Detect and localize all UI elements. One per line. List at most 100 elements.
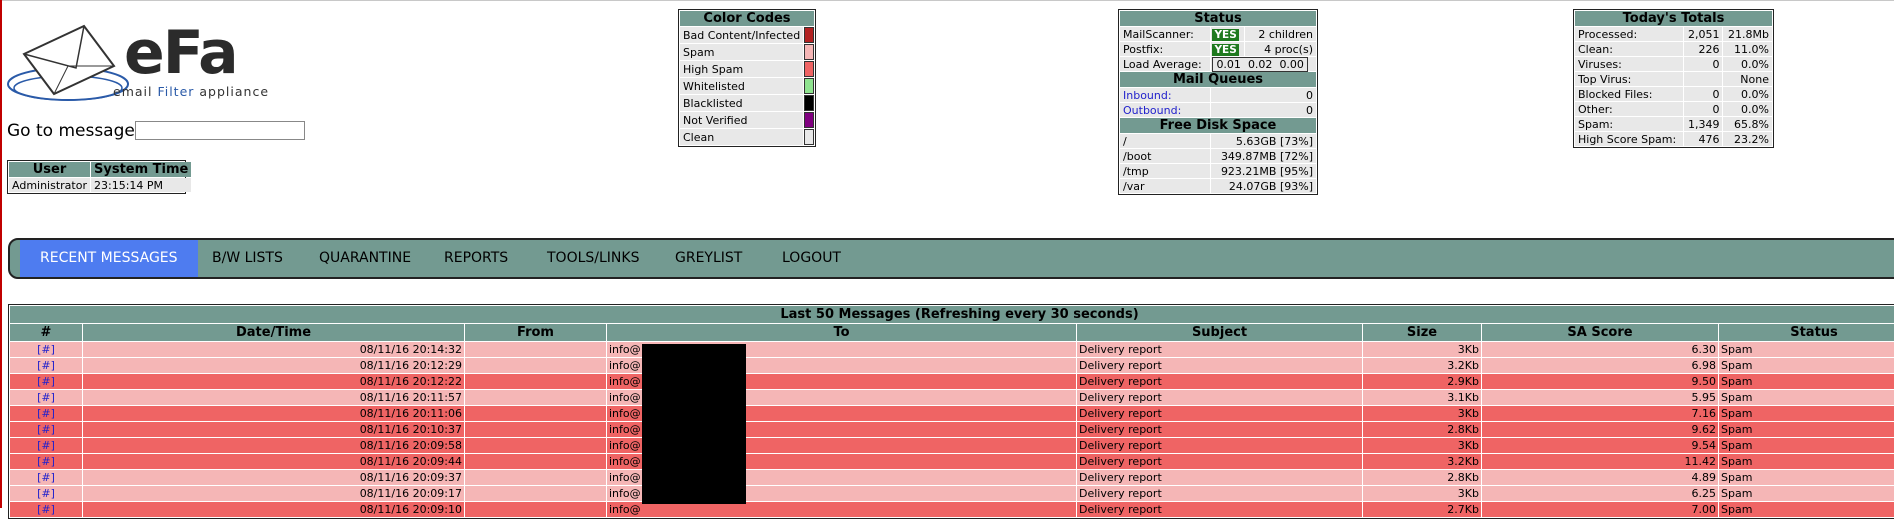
message-link[interactable]: [#] (10, 422, 83, 438)
status-title: Status (1120, 11, 1316, 26)
totals-count: 1,349 (1684, 117, 1723, 131)
disk-row: /tmp923.21MB [95%] (1120, 164, 1316, 178)
nav-logout[interactable]: LOGOUT (782, 240, 841, 277)
user-header: User (9, 162, 90, 177)
main-nav-bar: RECENT MESSAGES B/W LISTS QUARANTINE REP… (8, 238, 1894, 279)
table-row[interactable]: [#]08/11/16 20:11:06info@Delivery report… (10, 406, 1894, 422)
disk-mount: /var (1120, 179, 1210, 193)
column-header[interactable]: SA Score (1482, 324, 1719, 342)
message-link[interactable]: [#] (10, 406, 83, 422)
table-row[interactable]: [#]08/11/16 20:09:37info@Delivery report… (10, 470, 1894, 486)
nav-bw-lists[interactable]: B/W LISTS (212, 240, 283, 277)
message-link[interactable]: [#] (10, 470, 83, 486)
message-link[interactable]: [#] (10, 454, 83, 470)
totals-row: Clean:22611.0% (1575, 42, 1772, 56)
mailscanner-label: MailScanner: (1120, 27, 1210, 41)
message-link[interactable]: [#] (10, 390, 83, 406)
column-header[interactable]: From (465, 324, 607, 342)
totals-value: 0.0% (1723, 57, 1772, 71)
message-date: 08/11/16 20:11:06 (83, 406, 465, 422)
column-header[interactable]: To (607, 324, 1077, 342)
user-name: Administrator (9, 178, 90, 192)
color-swatch (804, 27, 814, 43)
message-subject: Delivery report (1077, 422, 1363, 438)
table-row[interactable]: [#]08/11/16 20:09:10info@Delivery report… (10, 502, 1894, 518)
left-border (0, 0, 2, 508)
goto-message-input[interactable] (135, 121, 305, 140)
message-size: 3Kb (1363, 342, 1482, 358)
table-row[interactable]: [#]08/11/16 20:09:17info@Delivery report… (10, 486, 1894, 502)
message-subject: Delivery report (1077, 438, 1363, 454)
column-header[interactable]: # (10, 324, 83, 342)
nav-reports[interactable]: REPORTS (444, 240, 508, 277)
totals-value: 21.8Mb (1723, 27, 1772, 41)
totals-count: 0 (1684, 87, 1723, 101)
messages-table: Last 50 Messages (Refreshing every 30 se… (8, 304, 1894, 519)
mail-queues-title: Mail Queues (1120, 72, 1316, 87)
table-row[interactable]: [#]08/11/16 20:14:32info@Delivery report… (10, 342, 1894, 358)
totals-count: 2,051 (1684, 27, 1723, 41)
mailscanner-status-badge: YES (1212, 29, 1238, 41)
totals-row: Blocked Files:00.0% (1575, 87, 1772, 101)
disk-mount: / (1120, 134, 1210, 148)
message-from (465, 406, 607, 422)
table-row[interactable]: [#]08/11/16 20:12:22info@Delivery report… (10, 374, 1894, 390)
outbound-queue-link[interactable]: Outbound: (1120, 103, 1210, 117)
totals-value: 11.0% (1723, 42, 1772, 56)
message-link[interactable]: [#] (10, 342, 83, 358)
message-link[interactable]: [#] (10, 502, 83, 518)
nav-greylist[interactable]: GREYLIST (675, 240, 742, 277)
message-score: 9.54 (1482, 438, 1719, 454)
message-subject: Delivery report (1077, 486, 1363, 502)
totals-label: Processed: (1575, 27, 1683, 41)
nav-recent-messages[interactable]: RECENT MESSAGES (20, 240, 198, 277)
totals-label: Blocked Files: (1575, 87, 1683, 101)
message-link[interactable]: [#] (10, 438, 83, 454)
inbound-queue-link[interactable]: Inbound: (1120, 88, 1210, 102)
message-status: Spam (1719, 470, 1894, 486)
column-header[interactable]: Subject (1077, 324, 1363, 342)
color-code-label: Clean (680, 129, 803, 145)
table-row[interactable]: [#]08/11/16 20:12:29info@Delivery report… (10, 358, 1894, 374)
totals-value: 0.0% (1723, 102, 1772, 116)
message-from (465, 438, 607, 454)
column-header[interactable]: Status (1719, 324, 1894, 342)
load-5: 0.02 (1248, 58, 1273, 71)
message-from (465, 486, 607, 502)
table-row[interactable]: [#]08/11/16 20:09:58info@Delivery report… (10, 438, 1894, 454)
message-subject: Delivery report (1077, 470, 1363, 486)
system-time-header: System Time (91, 162, 191, 177)
disk-free: 349.87MB [72%] (1211, 149, 1316, 163)
message-link[interactable]: [#] (10, 486, 83, 502)
message-status: Spam (1719, 486, 1894, 502)
totals-count: 476 (1684, 132, 1723, 146)
disk-free: 5.63GB [73%] (1211, 134, 1316, 148)
column-header[interactable]: Size (1363, 324, 1482, 342)
column-header[interactable]: Date/Time (83, 324, 465, 342)
redaction-block (642, 344, 746, 504)
color-swatch (804, 95, 814, 111)
message-subject: Delivery report (1077, 406, 1363, 422)
totals-count (1684, 72, 1723, 86)
message-link[interactable]: [#] (10, 358, 83, 374)
nav-tools-links[interactable]: TOOLS/LINKS (547, 240, 639, 277)
message-date: 08/11/16 20:09:37 (83, 470, 465, 486)
message-from (465, 358, 607, 374)
disk-free: 923.21MB [95%] (1211, 164, 1316, 178)
nav-quarantine[interactable]: QUARANTINE (319, 240, 411, 277)
message-date: 08/11/16 20:11:57 (83, 390, 465, 406)
goto-label: Go to message: (7, 121, 141, 141)
table-row[interactable]: [#]08/11/16 20:09:44info@Delivery report… (10, 454, 1894, 470)
message-status: Spam (1719, 438, 1894, 454)
message-score: 6.30 (1482, 342, 1719, 358)
color-code-row: High Spam (680, 61, 814, 77)
disk-row: /5.63GB [73%] (1120, 134, 1316, 148)
table-row[interactable]: [#]08/11/16 20:11:57info@Delivery report… (10, 390, 1894, 406)
logo-text: eFa (124, 18, 237, 88)
message-link[interactable]: [#] (10, 374, 83, 390)
color-code-label: Whitelisted (680, 78, 803, 94)
table-row[interactable]: [#]08/11/16 20:10:37info@Delivery report… (10, 422, 1894, 438)
inbound-count: 0 (1211, 88, 1316, 102)
message-score: 6.98 (1482, 358, 1719, 374)
message-subject: Delivery report (1077, 502, 1363, 518)
